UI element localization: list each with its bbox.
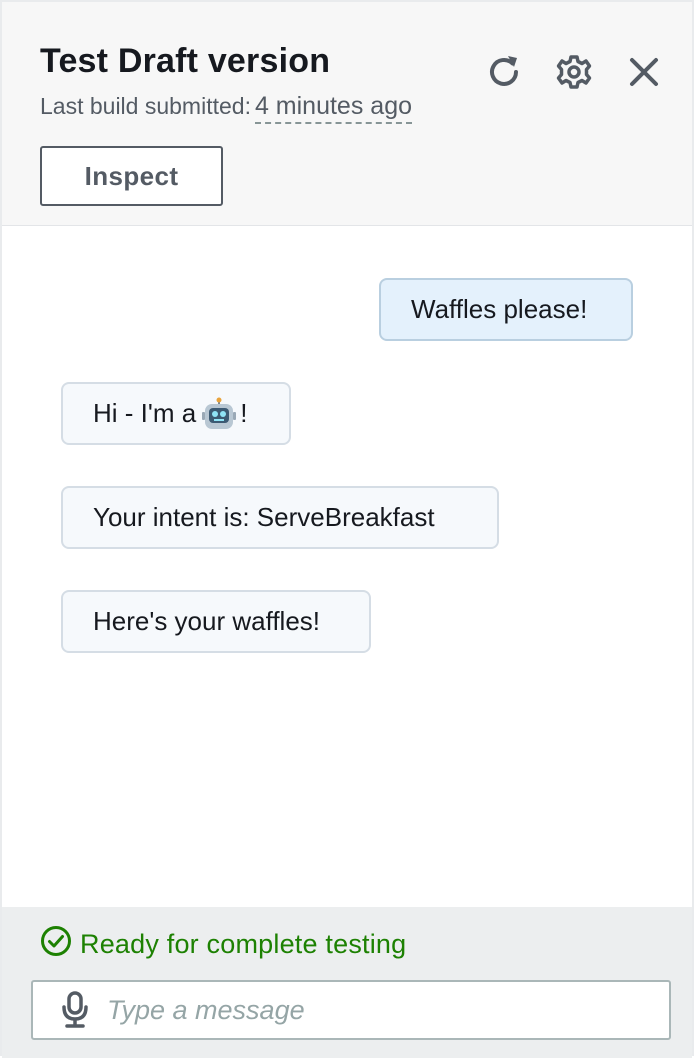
message-text: Here's your waffles! bbox=[93, 606, 321, 636]
message-text: Your intent is: ServeBreakfast bbox=[93, 502, 435, 532]
inspect-button[interactable]: Inspect bbox=[40, 146, 223, 206]
status-message: Ready for complete testing bbox=[40, 925, 406, 964]
close-button[interactable] bbox=[622, 50, 666, 94]
gear-icon bbox=[554, 52, 594, 92]
message-input[interactable] bbox=[107, 985, 647, 1035]
page-title: Test Draft version bbox=[40, 42, 331, 80]
bot-message: Here's your waffles! bbox=[61, 590, 371, 653]
panel-header: Test Draft version Last build submitted:… bbox=[2, 2, 692, 226]
last-build-time[interactable]: 4 minutes ago bbox=[254, 92, 412, 124]
refresh-icon bbox=[484, 52, 524, 92]
message-input-container bbox=[31, 980, 671, 1040]
settings-button[interactable] bbox=[552, 50, 596, 94]
user-message: Waffles please! bbox=[379, 278, 633, 341]
microphone-icon[interactable] bbox=[57, 990, 93, 1030]
close-icon bbox=[627, 55, 661, 89]
message-text: Hi - I'm a bbox=[93, 398, 197, 428]
last-build-label: Last build submitted: bbox=[40, 93, 251, 119]
robot-icon bbox=[202, 397, 237, 431]
last-build-info: Last build submitted: 4 minutes ago bbox=[40, 92, 412, 124]
chat-conversation: Waffles please! Hi - I'm a ! Your intent… bbox=[2, 227, 692, 907]
message-text-end: ! bbox=[240, 398, 248, 428]
test-draft-panel: Test Draft version Last build submitted:… bbox=[0, 0, 694, 1058]
bot-message: Your intent is: ServeBreakfast bbox=[61, 486, 499, 549]
message-text: Waffles please! bbox=[411, 294, 588, 324]
chat-footer: Ready for complete testing bbox=[2, 907, 692, 1058]
check-circle-icon bbox=[40, 925, 80, 964]
refresh-button[interactable] bbox=[482, 50, 526, 94]
status-text: Ready for complete testing bbox=[80, 929, 407, 959]
bot-message: Hi - I'm a ! bbox=[61, 382, 291, 445]
